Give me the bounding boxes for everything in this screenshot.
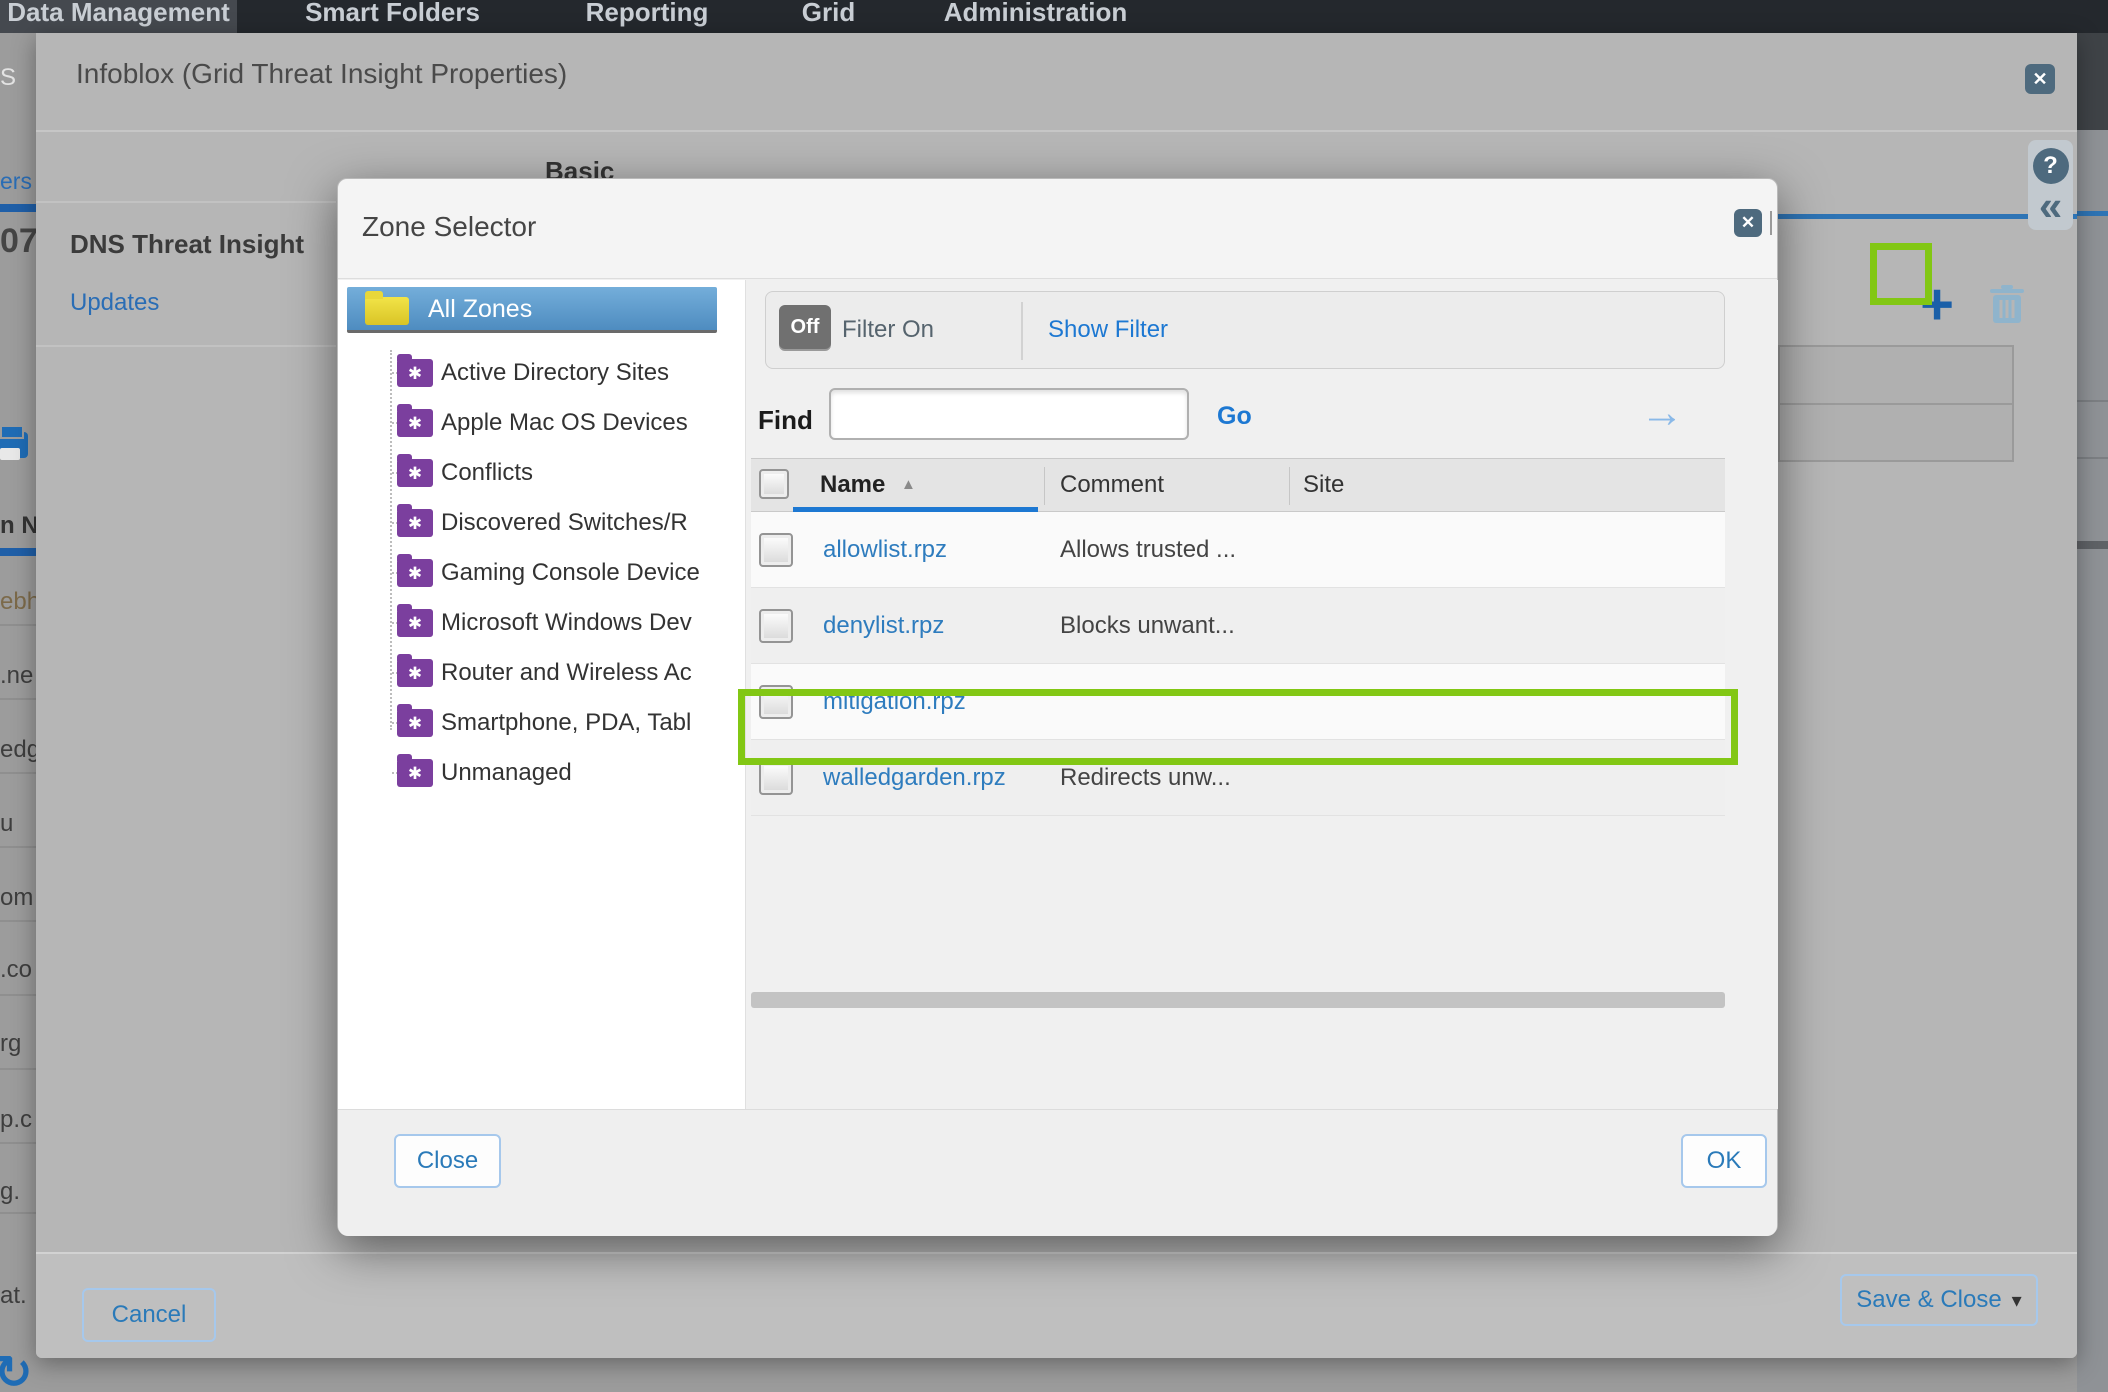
tree-item[interactable]: ✱Discovered Switches/R — [338, 498, 746, 548]
nav-tab-data-management[interactable]: Data Management — [0, 0, 237, 33]
go-button[interactable]: Go — [1217, 402, 1252, 431]
column-header-fragment: n N — [0, 512, 36, 540]
highlight-box-mitigation-row — [738, 689, 1738, 765]
zone-folder-icon: ✱ — [397, 559, 433, 587]
table-row: allowlist.rpz Allows trusted ... — [751, 512, 1725, 588]
tree-item[interactable]: ✱Router and Wireless Ac — [338, 648, 746, 698]
highlight-box-add-button — [1870, 243, 1932, 305]
table-row: edg — [0, 736, 36, 764]
zone-link[interactable]: allowlist.rpz — [823, 536, 947, 564]
table-row: om — [0, 884, 36, 912]
tree-item[interactable]: ✱Conflicts — [338, 448, 746, 498]
tree-item[interactable]: ✱Gaming Console Device — [338, 548, 746, 598]
find-label: Find — [758, 405, 813, 436]
sort-asc-icon: ▲ — [901, 476, 916, 493]
tree-item[interactable]: ✱Apple Mac OS Devices — [338, 398, 746, 448]
close-icon[interactable]: ✕ — [2025, 64, 2055, 94]
nav-tab-administration[interactable]: Administration — [931, 0, 1140, 33]
nav-tab-smart-folders[interactable]: Smart Folders — [295, 0, 490, 33]
help-icon[interactable]: ? — [2033, 148, 2069, 184]
zone-selector-dialog: Zone Selector ✕ All Zones ✱Active Direct… — [337, 178, 1778, 1235]
zone-folder-icon: ✱ — [397, 609, 433, 637]
tab-underline — [0, 204, 36, 212]
table-row: p.c — [0, 1106, 36, 1134]
dialog-title: Zone Selector — [362, 211, 536, 243]
zone-link[interactable]: denylist.rpz — [823, 612, 944, 640]
cancel-button[interactable]: Cancel — [82, 1288, 216, 1342]
show-filter-link[interactable]: Show Filter — [1048, 316, 1168, 344]
row-checkbox[interactable] — [759, 761, 793, 795]
folder-icon — [365, 297, 409, 325]
background-link-fragment: ers — [0, 168, 36, 195]
zone-selector-header: Zone Selector ✕ — [338, 179, 1777, 279]
table-row: g. — [0, 1178, 36, 1206]
zone-comment: Blocks unwant... — [1060, 612, 1235, 640]
tree-item-all-zones[interactable]: All Zones — [347, 287, 717, 333]
print-icon — [0, 432, 28, 458]
background-number: 07 — [0, 222, 36, 261]
filter-on-label: Filter On — [842, 316, 934, 344]
top-nav: Data Management Smart Folders Reporting … — [0, 0, 2108, 33]
zone-folder-icon: ✱ — [397, 359, 433, 387]
table-row: denylist.rpz Blocks unwant... — [751, 588, 1725, 664]
sidebar-heading: DNS Threat Insight — [70, 229, 304, 260]
dialog-title: Infoblox (Grid Threat Insight Properties… — [76, 58, 567, 90]
column-header-site[interactable]: Site — [1303, 471, 1344, 499]
table-header: Name ▲ Comment Site — [751, 458, 1725, 512]
zone-folder-icon: ✱ — [397, 409, 433, 437]
background-page-right — [2077, 33, 2108, 1392]
table-row: .co — [0, 956, 36, 984]
caret-down-icon: ▾ — [2012, 1290, 2022, 1312]
zone-folder-icon: ✱ — [397, 759, 433, 787]
sidebar-item-updates[interactable]: Updates — [70, 289, 159, 317]
row-checkbox[interactable] — [759, 609, 793, 643]
table-row: at. — [0, 1282, 36, 1310]
nav-tab-grid[interactable]: Grid — [799, 0, 858, 33]
table-row: .ne — [0, 662, 36, 690]
zone-folder-icon: ✱ — [397, 459, 433, 487]
tree-item[interactable]: ✱Unmanaged — [338, 748, 746, 798]
arrow-right-icon[interactable]: → — [1640, 388, 1684, 438]
nav-tab-reporting[interactable]: Reporting — [581, 0, 713, 33]
zone-tree-panel: All Zones ✱Active Directory Sites ✱Apple… — [338, 280, 746, 1109]
ok-button[interactable]: OK — [1681, 1134, 1767, 1188]
find-input[interactable] — [829, 388, 1189, 440]
zone-folder-icon: ✱ — [397, 709, 433, 737]
background-text: S — [0, 64, 36, 92]
column-header-comment[interactable]: Comment — [1060, 471, 1164, 499]
help-panel-tab: ? « — [2028, 140, 2073, 230]
zone-comment: Allows trusted ... — [1060, 536, 1236, 564]
zone-selector-footer: Close OK — [338, 1109, 1777, 1236]
delete-icon[interactable] — [1988, 285, 2026, 325]
tree-item[interactable]: ✱Microsoft Windows Dev — [338, 598, 746, 648]
close-icon[interactable]: ✕ — [1734, 209, 1762, 237]
tree-item[interactable]: ✱Active Directory Sites — [338, 348, 746, 398]
tab-underline — [2077, 211, 2108, 216]
refresh-icon[interactable]: ↻ — [0, 1345, 33, 1392]
zone-comment: Redirects unw... — [1060, 764, 1231, 792]
table-row: rg — [0, 1030, 36, 1058]
table-row: u — [0, 810, 36, 838]
background-table — [1778, 345, 2014, 462]
collapse-icon[interactable]: « — [2039, 180, 2062, 232]
table-row: ebh — [0, 588, 36, 616]
horizontal-scrollbar[interactable] — [751, 992, 1725, 1008]
select-all-checkbox[interactable] — [759, 469, 789, 499]
zone-folder-icon: ✱ — [397, 509, 433, 537]
screen: Data Management Smart Folders Reporting … — [0, 0, 2108, 1392]
tree-item[interactable]: ✱Smartphone, PDA, Tabl — [338, 698, 746, 748]
close-button[interactable]: Close — [394, 1134, 501, 1188]
column-header-name[interactable]: Name — [820, 471, 885, 499]
filter-toggle[interactable]: Off — [779, 305, 831, 349]
background-page-left: S ers 07 n N ebh .ne edg u om .co rg p.c… — [0, 33, 36, 1392]
save-close-button[interactable]: Save & Close▾ — [1840, 1274, 2038, 1326]
zone-link[interactable]: walledgarden.rpz — [823, 764, 1006, 792]
dialog-footer: Cancel Save & Close▾ — [36, 1252, 2077, 1358]
filter-bar: Off Filter On Show Filter — [765, 291, 1725, 369]
row-checkbox[interactable] — [759, 533, 793, 567]
zone-folder-icon: ✱ — [397, 659, 433, 687]
sort-underline — [0, 548, 36, 556]
